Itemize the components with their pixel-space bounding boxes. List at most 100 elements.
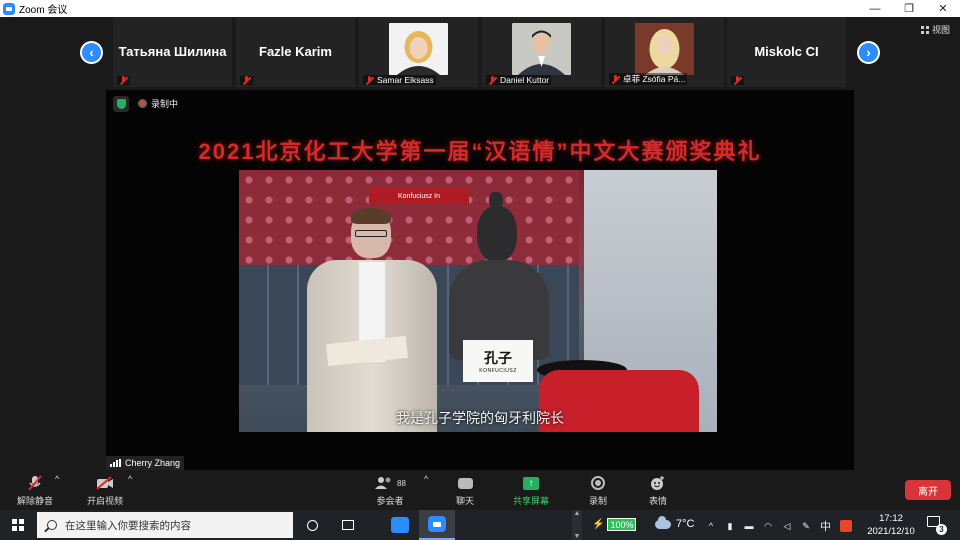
mic-muted-icon [733, 76, 742, 85]
task-view-icon [342, 520, 354, 530]
participant-tile[interactable]: Miskolc CI [727, 17, 846, 87]
participant-video [512, 23, 571, 75]
video-options-caret[interactable]: ^ [128, 474, 132, 484]
leave-button[interactable]: 离开 [905, 480, 951, 500]
window-title-bar: Zoom 会议 — ❐ ✕ [0, 0, 960, 17]
gallery-next-button[interactable]: › [857, 41, 880, 64]
power-plug-icon: ⚡ [592, 519, 605, 530]
taskbar-search[interactable]: 在这里输入你要搜索的内容 [37, 512, 293, 538]
participant-name: 卓菲 Zsófia Pá... [623, 74, 686, 84]
meeting-toolbar: 解除静音 ^ 开启视频 ^ 88 参会者 ^ 聊天 ↑ 共享屏幕 录制 表情 离… [0, 470, 960, 510]
wifi-icon[interactable]: ◠ [763, 521, 773, 531]
audio-options-caret[interactable]: ^ [55, 474, 59, 484]
participant-tile[interactable]: Fazle Karim [236, 17, 355, 87]
windows-logo-icon [12, 519, 24, 531]
clock-date: 2021/12/10 [867, 526, 915, 537]
reactions-label: 表情 [648, 496, 667, 506]
view-toggle[interactable]: 视图 [920, 23, 950, 36]
taskbar-scroll[interactable]: ▲ ▼ [572, 510, 582, 540]
window-controls: — ❐ ✕ [858, 0, 960, 17]
record-icon [591, 476, 605, 490]
speaker-person [307, 208, 437, 432]
video-scene: Konfuciusz In 孔子 KONFUCIUSZ [239, 170, 717, 432]
restore-button[interactable]: ❐ [892, 0, 926, 17]
start-button[interactable] [0, 510, 36, 540]
gallery-prev-button[interactable]: ‹ [80, 41, 103, 64]
volume-muted-icon[interactable]: ◁ [782, 521, 792, 531]
mic-muted-icon [365, 75, 374, 85]
close-button[interactable]: ✕ [926, 0, 960, 17]
device-icon[interactable]: ▬ [744, 521, 754, 531]
active-speaker-video[interactable]: 录制中 2021北京化工大学第一届“汉语情”中文大赛颁奖典礼 Konfucius… [106, 90, 854, 470]
participant-tile[interactable]: 卓菲 Zsófia Pá... [605, 17, 724, 87]
participants-button[interactable]: 88 参会者 [370, 474, 410, 507]
speaker-name: Cherry Zhang [125, 458, 181, 468]
zoom-app-icon [3, 2, 15, 15]
notification-center-button[interactable]: 3 [927, 516, 947, 535]
participant-video [389, 23, 448, 75]
chevron-up-icon[interactable]: ^ [706, 521, 716, 531]
chat-button[interactable]: 聊天 [448, 474, 482, 507]
unmute-label: 解除静音 [16, 496, 53, 506]
recording-label: 录制中 [151, 99, 179, 109]
speaker-hair [351, 208, 391, 224]
mic-muted-icon [611, 74, 620, 84]
participant-name: Daniel Kuttor [500, 75, 550, 85]
taskbar-clock[interactable]: 17:12 2021/12/10 [862, 512, 920, 538]
start-video-button[interactable]: 开启视频 [84, 474, 126, 507]
clock-time: 17:12 [879, 513, 903, 524]
participant-video [635, 23, 694, 75]
window-title: Zoom 会议 [19, 5, 68, 16]
participant-footer [240, 76, 253, 85]
share-screen-button[interactable]: ↑ 共享屏幕 [508, 474, 554, 507]
mic-muted-icon [488, 75, 497, 85]
participant-footer: Samar Elksass [363, 75, 436, 85]
view-label: 视图 [931, 25, 950, 35]
app-icon [391, 517, 409, 533]
mic-muted-icon [14, 474, 56, 492]
minimize-button[interactable]: — [858, 0, 892, 17]
temperature: 7°C [676, 518, 695, 530]
recording-icon [138, 99, 147, 108]
cortana-button[interactable] [294, 510, 330, 540]
share-screen-label: 共享屏幕 [512, 496, 549, 506]
participant-tile[interactable]: Samar Elksass [359, 17, 478, 87]
speaker-label: Cherry Zhang [106, 456, 185, 470]
microphone-icon[interactable]: ▮ [725, 521, 735, 531]
participants-options-caret[interactable]: ^ [424, 474, 428, 484]
wps-icon[interactable] [840, 520, 852, 532]
cloud-icon [655, 515, 671, 529]
participants-count: 88 [397, 478, 406, 488]
security-shield-icon[interactable] [113, 96, 129, 112]
system-tray: ^ ▮ ▬ ◠ ◁ ✎ 中 [706, 518, 852, 534]
confucius-bust: 孔子 KONFUCIUSZ [449, 190, 549, 432]
plaque-english: KONFUCIUSZ [479, 368, 517, 374]
participant-name: Samar Elksass [377, 75, 434, 85]
taskbar-app[interactable] [382, 510, 418, 540]
unmute-button[interactable]: 解除静音 [14, 474, 56, 507]
pen-icon[interactable]: ✎ [801, 521, 811, 531]
participant-name: Miskolc CI [754, 44, 819, 59]
ceremony-banner: 2021北京化工大学第一届“汉语情”中文大赛颁奖典礼 [198, 139, 762, 164]
notification-count: 3 [936, 524, 947, 535]
cortana-icon [306, 519, 318, 531]
bust-plaque: 孔子 KONFUCIUSZ [463, 340, 533, 382]
weather-widget[interactable]: 7°C [655, 515, 695, 530]
windows-taskbar: 在这里输入你要搜索的内容 ▲ ▼ ⚡ 100% 7°C ^ ▮ ▬ ◠ ◁ ✎ 中… [0, 510, 960, 540]
search-icon [47, 520, 57, 530]
glasses-icon [355, 230, 387, 237]
record-label: 录制 [588, 496, 607, 506]
plaque-chinese: 孔子 [484, 350, 512, 366]
participant-footer: 卓菲 Zsófia Pá... [609, 73, 688, 85]
recording-indicator[interactable]: 录制中 [138, 97, 178, 110]
battery-indicator[interactable]: ⚡ 100% [592, 518, 637, 531]
participant-tile[interactable]: Татьяна Шилина [113, 17, 232, 87]
gallery-strip: ‹ Татьяна Шилина Fazle Karim Samar Elksa… [0, 17, 960, 89]
participant-footer [117, 76, 130, 85]
reactions-button[interactable]: 表情 [643, 474, 673, 507]
participant-tile[interactable]: Daniel Kuttor [482, 17, 601, 87]
task-view-button[interactable] [330, 510, 366, 540]
taskbar-zoom[interactable] [419, 510, 455, 540]
ime-indicator[interactable]: 中 [820, 518, 831, 534]
record-button[interactable]: 录制 [583, 474, 613, 507]
